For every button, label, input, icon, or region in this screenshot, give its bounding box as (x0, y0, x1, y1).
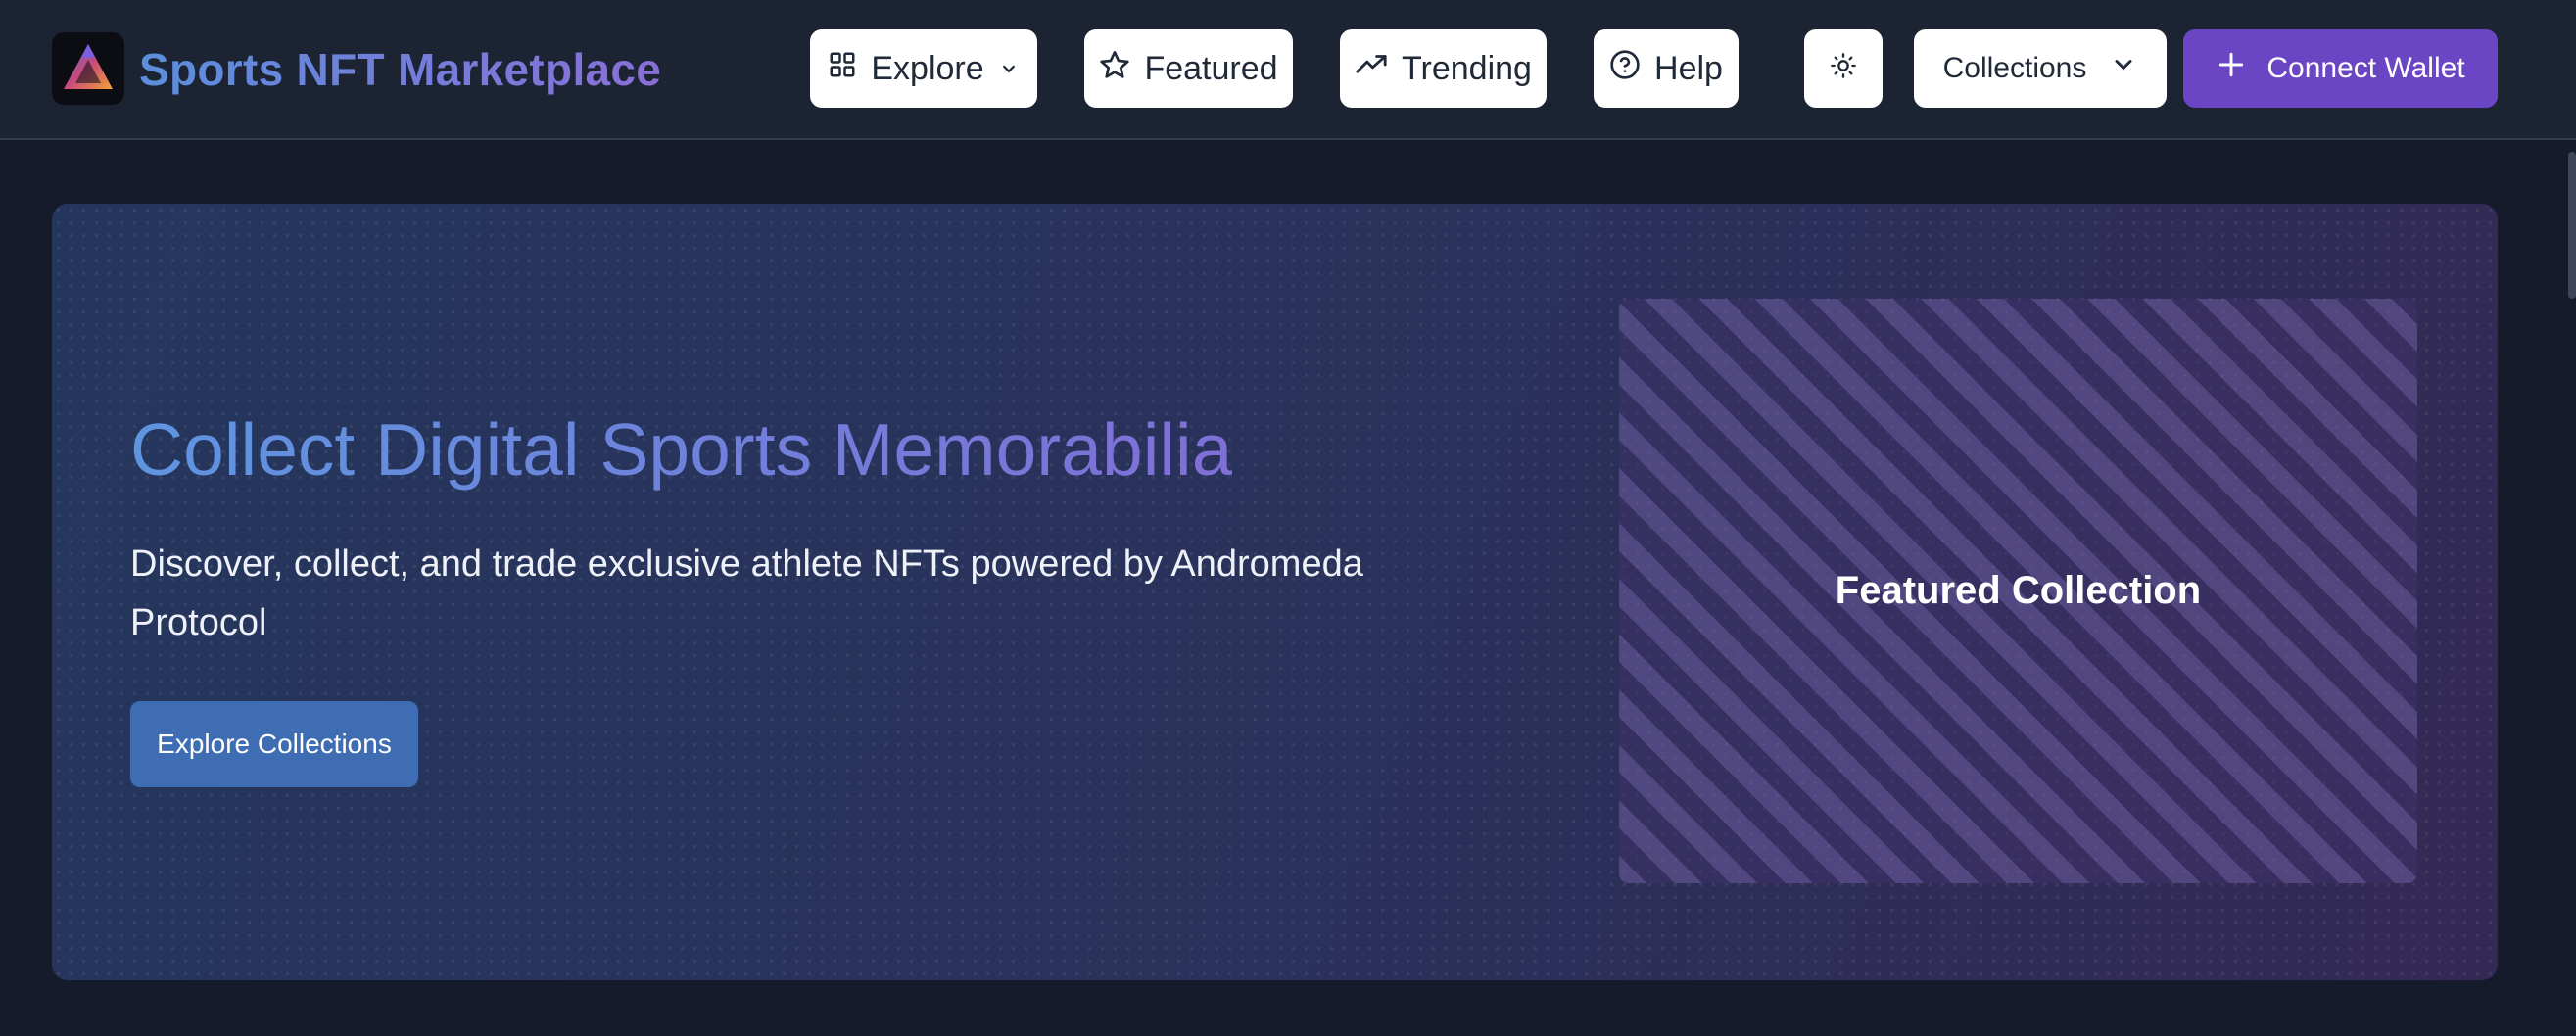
andromeda-logo-icon[interactable] (52, 32, 124, 105)
hero-banner: Collect Digital Sports Memorabilia Disco… (52, 204, 2498, 980)
chevron-down-icon (998, 50, 1020, 88)
featured-nav-button[interactable]: Featured (1084, 29, 1293, 108)
trending-nav-button[interactable]: Trending (1340, 29, 1547, 108)
brand-title[interactable]: Sports NFT Marketplace (139, 39, 661, 100)
plus-icon (2216, 49, 2247, 88)
sun-icon (1830, 50, 1857, 88)
explore-nav-button[interactable]: Explore (810, 29, 1037, 108)
collections-dropdown[interactable]: Collections (1914, 29, 2167, 108)
explore-collections-button[interactable]: Explore Collections (130, 701, 418, 787)
connect-wallet-button[interactable]: Connect Wallet (2183, 29, 2498, 108)
page-scrollbar[interactable] (2568, 152, 2576, 299)
grid-icon (828, 50, 857, 88)
featured-collection-label: Featured Collection (1835, 569, 2202, 612)
hero-title: Collect Digital Sports Memorabilia (130, 404, 1232, 496)
featured-collection-card[interactable]: Featured Collection (1619, 299, 2417, 883)
star-icon (1099, 49, 1130, 89)
chevron-down-icon (2110, 51, 2137, 86)
explore-nav-label: Explore (871, 49, 984, 87)
top-navigation-bar: Sports NFT Marketplace Explore Featured … (0, 0, 2576, 140)
trending-nav-label: Trending (1402, 49, 1532, 87)
trending-up-icon (1355, 48, 1388, 90)
featured-nav-label: Featured (1144, 49, 1278, 87)
help-circle-icon (1609, 49, 1641, 89)
collections-dropdown-label: Collections (1942, 52, 2087, 84)
help-nav-button[interactable]: Help (1594, 29, 1739, 108)
theme-toggle-button[interactable] (1804, 29, 1883, 108)
hero-subtitle: Discover, collect, and trade exclusive a… (130, 543, 1363, 643)
help-nav-label: Help (1654, 49, 1723, 87)
connect-wallet-label: Connect Wallet (2266, 52, 2465, 84)
